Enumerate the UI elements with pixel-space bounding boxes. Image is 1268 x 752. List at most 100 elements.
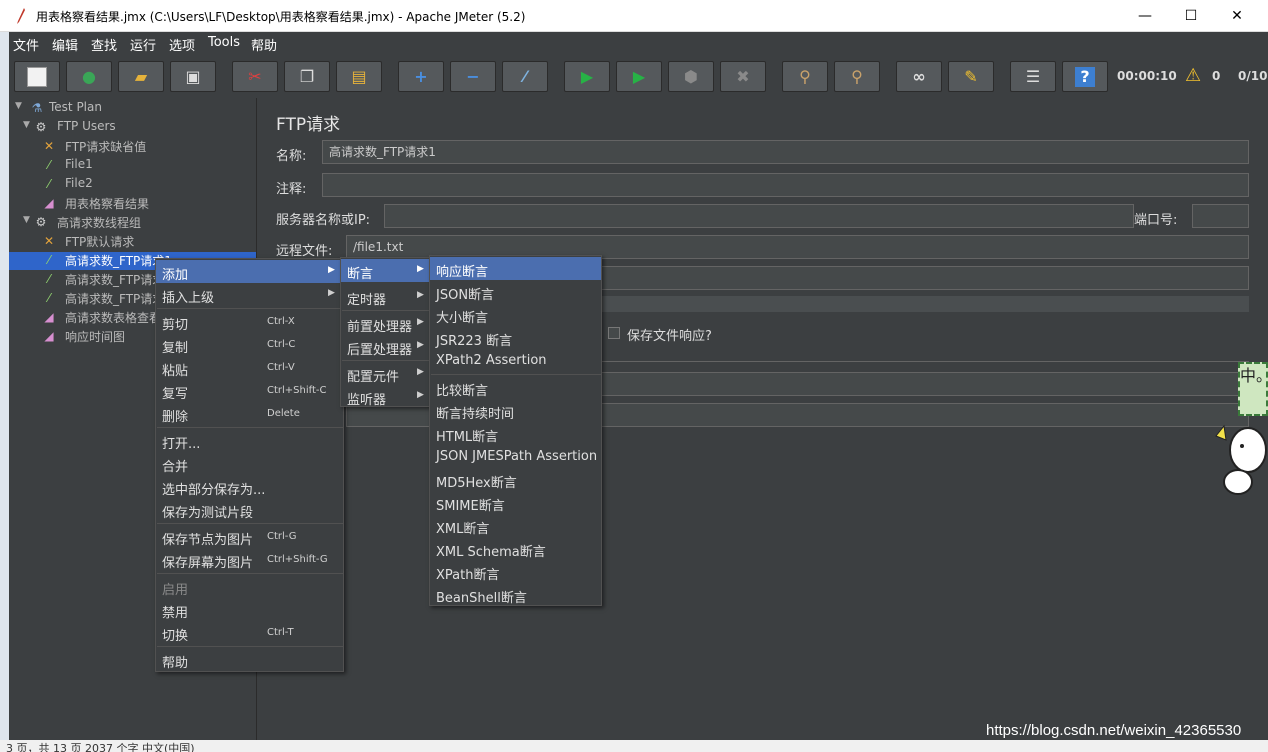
server-field[interactable] [384, 204, 1134, 228]
menu-item-paste[interactable]: 粘贴 Ctrl-V [156, 356, 343, 379]
templates-icon: ● [82, 67, 96, 86]
submenu-item-listeners[interactable]: 监听器 ▶ [341, 385, 430, 408]
name-label: 名称: [276, 149, 307, 164]
open-button[interactable]: ▰ [118, 61, 164, 92]
menu-item-disable[interactable]: 禁用 [156, 598, 343, 621]
expand-arrow-icon[interactable]: ▼ [23, 120, 33, 130]
assertion-duration[interactable]: 断言持续时间 [430, 399, 601, 422]
menu-item-merge[interactable]: 合并 [156, 452, 343, 475]
tree-node-ftp-request-3[interactable]: ⁄ 高请求数_FTP请求3 [41, 289, 157, 307]
expand-arrow-icon[interactable]: ▼ [15, 101, 25, 111]
menu-item-insert-parent[interactable]: 插入上级 ▶ [156, 283, 343, 306]
comment-field[interactable] [322, 173, 1249, 197]
menu-item-duplicate[interactable]: 复写 Ctrl+Shift-C [156, 379, 343, 402]
copy-icon: ❐ [299, 67, 315, 86]
toggle-button[interactable]: ⁄ [502, 61, 548, 92]
broom-all-icon: ⚲ [851, 67, 863, 86]
submenu-item-post-processors[interactable]: 后置处理器 ▶ [341, 335, 430, 358]
assertion-json[interactable]: JSON断言 [430, 280, 601, 303]
menu-item-help[interactable]: 帮助 [156, 648, 343, 671]
window-title: 用表格察看结果.jmx (C:\Users\LF\Desktop\用表格察看结果… [36, 10, 526, 24]
expand-button[interactable]: + [398, 61, 444, 92]
search-button[interactable]: ∞ [896, 61, 942, 92]
assertion-response[interactable]: 响应断言 [430, 257, 601, 280]
assertion-smime[interactable]: SMIME断言 [430, 491, 601, 514]
stop-button[interactable]: ⬢ [668, 61, 714, 92]
assertion-html[interactable]: HTML断言 [430, 422, 601, 445]
expand-arrow-icon[interactable]: ▼ [23, 215, 33, 225]
listener-icon: ◢ [44, 196, 54, 210]
cut-button[interactable]: ✂ [232, 61, 278, 92]
assertion-xml[interactable]: XML断言 [430, 514, 601, 537]
assertion-json-jmespath[interactable]: JSON JMESPath Assertion [430, 445, 601, 468]
menu-tools[interactable]: Tools [208, 35, 240, 50]
new-file-icon [27, 67, 47, 87]
assertion-beanshell[interactable]: BeanShell断言 [430, 583, 601, 606]
save-response-checkbox[interactable] [608, 327, 620, 339]
word-status-bar: 3 页，共 13 页 2037 个字 中文(中国) [0, 740, 1268, 752]
menu-item-copy[interactable]: 复制 Ctrl-C [156, 333, 343, 356]
shutdown-button[interactable]: ✖ [720, 61, 766, 92]
sampler-icon: ⁄ [47, 291, 50, 305]
menu-item-cut[interactable]: 剪切 Ctrl-X [156, 310, 343, 333]
sampler-icon: ⁄ [47, 177, 50, 191]
close-button[interactable]: ✕ [1214, 0, 1260, 32]
menu-file[interactable]: 文件 [13, 35, 39, 54]
menu-search[interactable]: 查找 [91, 35, 117, 54]
function-helper-button[interactable]: ☰ [1010, 61, 1056, 92]
submenu-item-pre-processors[interactable]: 前置处理器 ▶ [341, 312, 430, 335]
server-label: 服务器名称或IP: [276, 213, 371, 228]
menu-item-enable[interactable]: 启用 [156, 575, 343, 598]
help-button[interactable]: ? [1062, 61, 1108, 92]
submenu-arrow-icon: ▶ [328, 265, 335, 275]
tree-node-ftp-request-2[interactable]: ⁄ 高请求数_FTP请求2 [41, 270, 157, 288]
menu-help[interactable]: 帮助 [251, 35, 277, 54]
assertion-md5hex[interactable]: MD5Hex断言 [430, 468, 601, 491]
assertion-jsr223[interactable]: JSR223 断言 [430, 326, 601, 349]
copy-button[interactable]: ❐ [284, 61, 330, 92]
assertion-xpath[interactable]: XPath断言 [430, 560, 601, 583]
menu-options[interactable]: 选项 [169, 35, 195, 54]
tree-node-high-table-results[interactable]: ◢ 高请求数表格查看结果 [41, 308, 157, 326]
menu-item-toggle[interactable]: 切换 Ctrl-T [156, 621, 343, 644]
name-field[interactable]: 高请求数_FTP请求1 [322, 140, 1249, 164]
assertion-xml-schema[interactable]: XML Schema断言 [430, 537, 601, 560]
submenu-item-timers[interactable]: 定时器 ▶ [341, 285, 430, 308]
menu-run[interactable]: 运行 [130, 35, 156, 54]
menu-item-delete[interactable]: 删除 Delete [156, 402, 343, 425]
submenu-item-config-elements[interactable]: 配置元件 ▶ [341, 362, 430, 385]
start-button[interactable]: ▶ [564, 61, 610, 92]
menu-edit[interactable]: 编辑 [52, 35, 78, 54]
maximize-button[interactable]: ☐ [1168, 0, 1214, 32]
new-button[interactable] [14, 61, 60, 92]
assertion-size[interactable]: 大小断言 [430, 303, 601, 326]
warning-icon: ⚠ [1185, 65, 1202, 86]
clear-all-button[interactable]: ⚲ [834, 61, 880, 92]
menu-item-open[interactable]: 打开... [156, 429, 343, 452]
start-no-pauses-button[interactable]: ▶ [616, 61, 662, 92]
save-button[interactable]: ▣ [170, 61, 216, 92]
assertion-xpath2[interactable]: XPath2 Assertion [430, 349, 601, 372]
flask-icon: ⚗ [31, 101, 43, 115]
paste-button[interactable]: ▤ [336, 61, 382, 92]
templates-button[interactable]: ● [66, 61, 112, 92]
submenu-item-assertions[interactable]: 断言 ▶ [341, 259, 430, 282]
menu-item-save-as-fragment[interactable]: 保存为测试片段 [156, 498, 343, 521]
watermark: https://blog.csdn.net/weixin_42365530 [986, 722, 1242, 739]
reset-search-button[interactable]: ✎ [948, 61, 994, 92]
assertion-submenu: 响应断言 JSON断言 大小断言 JSR223 断言 XPath2 Assert… [429, 255, 602, 606]
menu-item-add[interactable]: 添加 ▶ [156, 260, 343, 283]
collapse-button[interactable]: − [450, 61, 496, 92]
clear-button[interactable]: ⚲ [782, 61, 828, 92]
minimize-button[interactable]: — [1122, 0, 1168, 32]
menu-item-save-selection-as[interactable]: 选中部分保存为... [156, 475, 343, 498]
rabbit-icon [1215, 424, 1267, 495]
menu-item-save-screen-image[interactable]: 保存屏幕为图片 Ctrl+Shift-G [156, 548, 343, 571]
assertion-compare[interactable]: 比较断言 [430, 376, 601, 399]
scissors-icon: ✂ [248, 67, 262, 86]
tree-node-ftp-request-1[interactable]: ⁄ 高请求数_FTP请求1 [41, 251, 173, 269]
status-text: 3 页，共 13 页 2037 个字 中文(中国) [6, 742, 195, 752]
save-response-label: 保存文件响应? [627, 329, 712, 344]
port-field[interactable] [1192, 204, 1249, 228]
menu-item-save-node-image[interactable]: 保存节点为图片 Ctrl-G [156, 525, 343, 548]
